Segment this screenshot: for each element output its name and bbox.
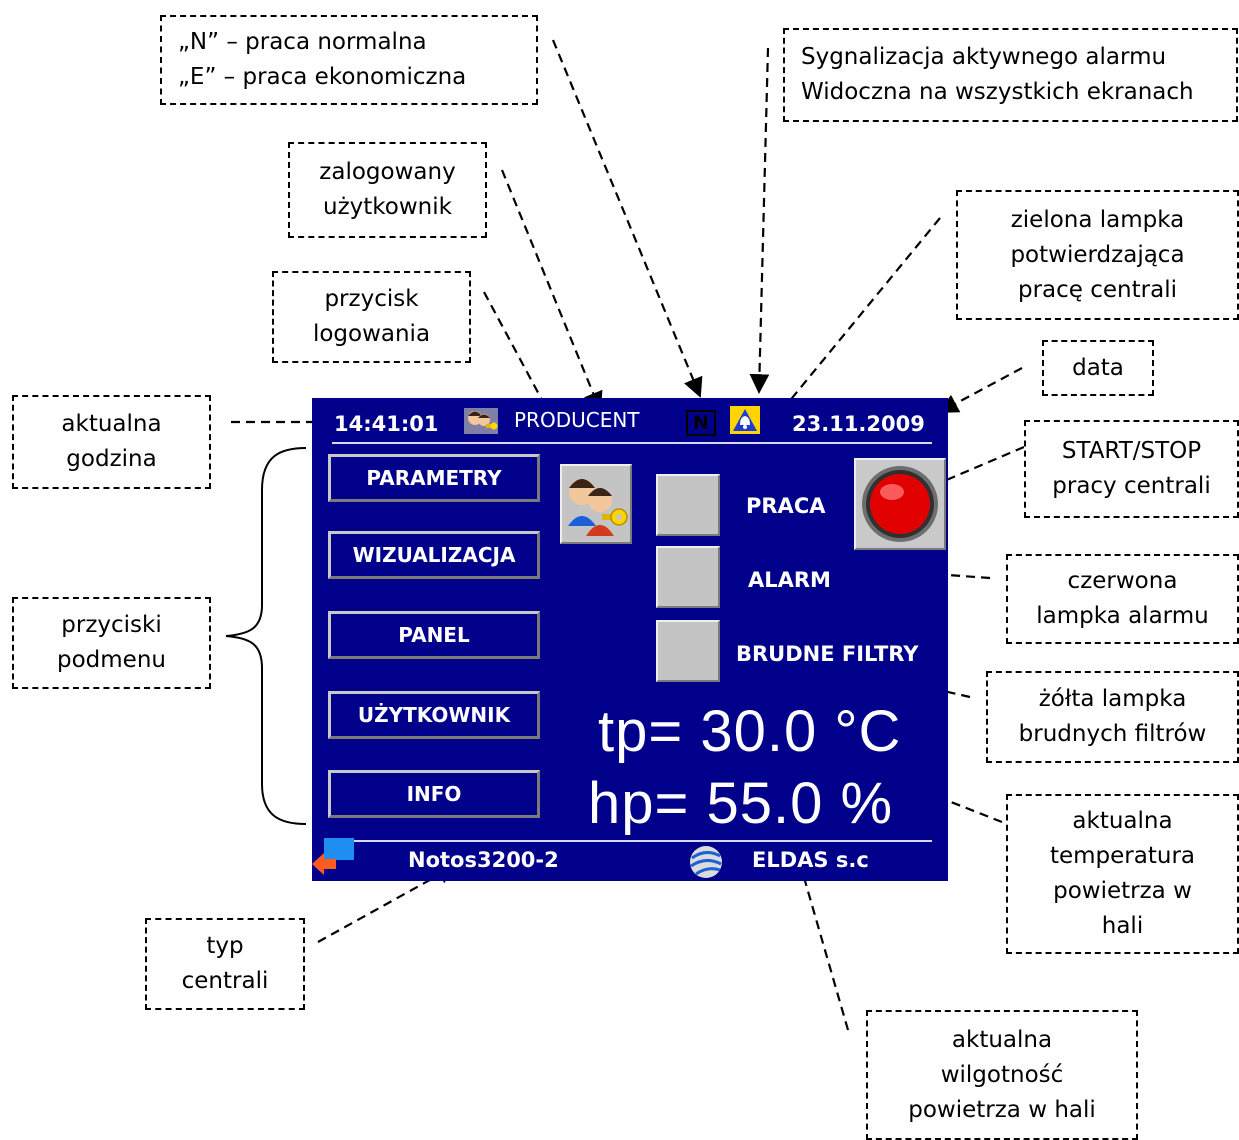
callout-humidity: aktualna wilgotność powietrza w hali — [866, 1010, 1138, 1140]
red-start-stop-icon — [862, 466, 938, 542]
mode-letter: N — [693, 412, 709, 434]
lamp-brudne-filtry — [656, 620, 720, 682]
callout-alarm-signal: Sygnalizacja aktywnego alarmu Widoczna n… — [783, 28, 1238, 122]
arrow-mode — [551, 39, 703, 398]
callout-green-lamp: zielona lampka potwierdzająca pracę cent… — [956, 190, 1239, 320]
temperature-readout: tp= 30.0 °C — [598, 699, 902, 764]
mode-indicator: N — [686, 410, 716, 436]
start-stop-button[interactable] — [854, 458, 946, 550]
menu-button-info[interactable]: INFO — [328, 770, 540, 818]
menu-button-panel[interactable]: PANEL — [328, 611, 540, 659]
logged-user: PRODUCENT — [514, 408, 640, 432]
bottom-divider — [332, 840, 932, 842]
callout-temperature: aktualna temperatura powietrza w hali — [1006, 794, 1239, 954]
lamp-alarm — [656, 546, 720, 608]
company-name: ELDAS s.c — [752, 848, 869, 872]
lamp-label-praca: PRACA — [746, 494, 826, 518]
hmi-screen: 14:41:01 PRODUCENT N 23.11.2009 PARAMETR… — [312, 398, 948, 881]
clock: 14:41:01 — [334, 412, 439, 436]
submenu-brace — [225, 447, 307, 825]
callout-yellow-lamp: żółta lampka brudnych filtrów — [986, 671, 1239, 763]
callout-mode: „N” – praca normalna „E” – praca ekonomi… — [160, 15, 538, 105]
menu-button-uzytkownik[interactable]: UŻYTKOWNIK — [328, 691, 540, 739]
top-divider — [332, 442, 932, 444]
back-arrow-icon[interactable] — [312, 838, 356, 878]
lamp-praca — [656, 474, 720, 536]
user-key-icon — [464, 408, 498, 434]
callout-red-lamp: czerwona lampka alarmu — [1006, 554, 1239, 644]
lamp-label-alarm: ALARM — [748, 568, 831, 592]
login-button[interactable] — [560, 464, 632, 544]
unit-model: Notos3200-2 — [408, 848, 559, 872]
callout-submenu-buttons: przyciski podmenu — [12, 597, 211, 689]
menu-button-wizualizacja[interactable]: WIZUALIZACJA — [328, 531, 540, 579]
menu-button-parametry[interactable]: PARAMETRY — [328, 454, 540, 502]
callout-logged-user: zalogowany użytkownik — [288, 142, 487, 238]
user-key-icon — [568, 479, 628, 536]
callout-login-button: przycisk logowania — [272, 271, 471, 363]
arrow-logged-user — [500, 169, 603, 412]
alarm-bell-icon[interactable] — [730, 406, 760, 434]
humidity-readout: hp= 55.0 % — [588, 771, 894, 836]
logo-globe-icon — [688, 844, 724, 880]
arrow-date — [938, 367, 1023, 413]
callout-current-time: aktualna godzina — [12, 395, 211, 489]
arrow-alarm-signal — [749, 47, 770, 394]
date: 23.11.2009 — [792, 412, 925, 436]
callout-date: data — [1042, 340, 1154, 396]
lamp-label-brudne-filtry: BRUDNE FILTRY — [736, 642, 919, 666]
callout-unit-type: typ centrali — [145, 918, 305, 1010]
callout-start-stop: START/STOP pracy centrali — [1024, 420, 1239, 518]
